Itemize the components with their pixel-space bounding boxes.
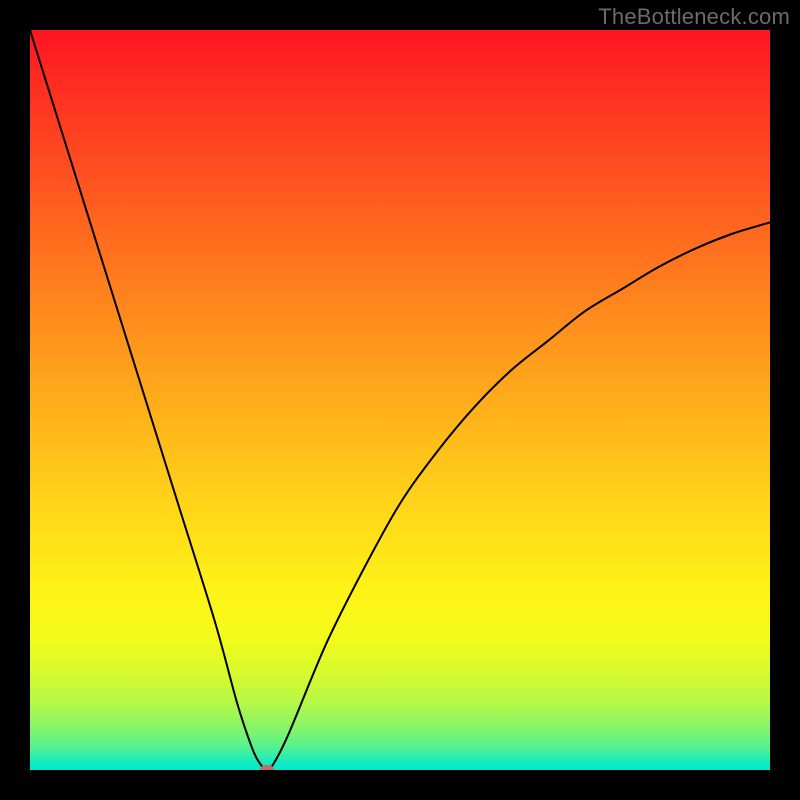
bottleneck-curve — [30, 30, 770, 770]
plot-area — [30, 30, 770, 770]
chart-frame: TheBottleneck.com — [0, 0, 800, 800]
minimum-marker — [260, 765, 274, 770]
watermark-text: TheBottleneck.com — [598, 4, 790, 30]
